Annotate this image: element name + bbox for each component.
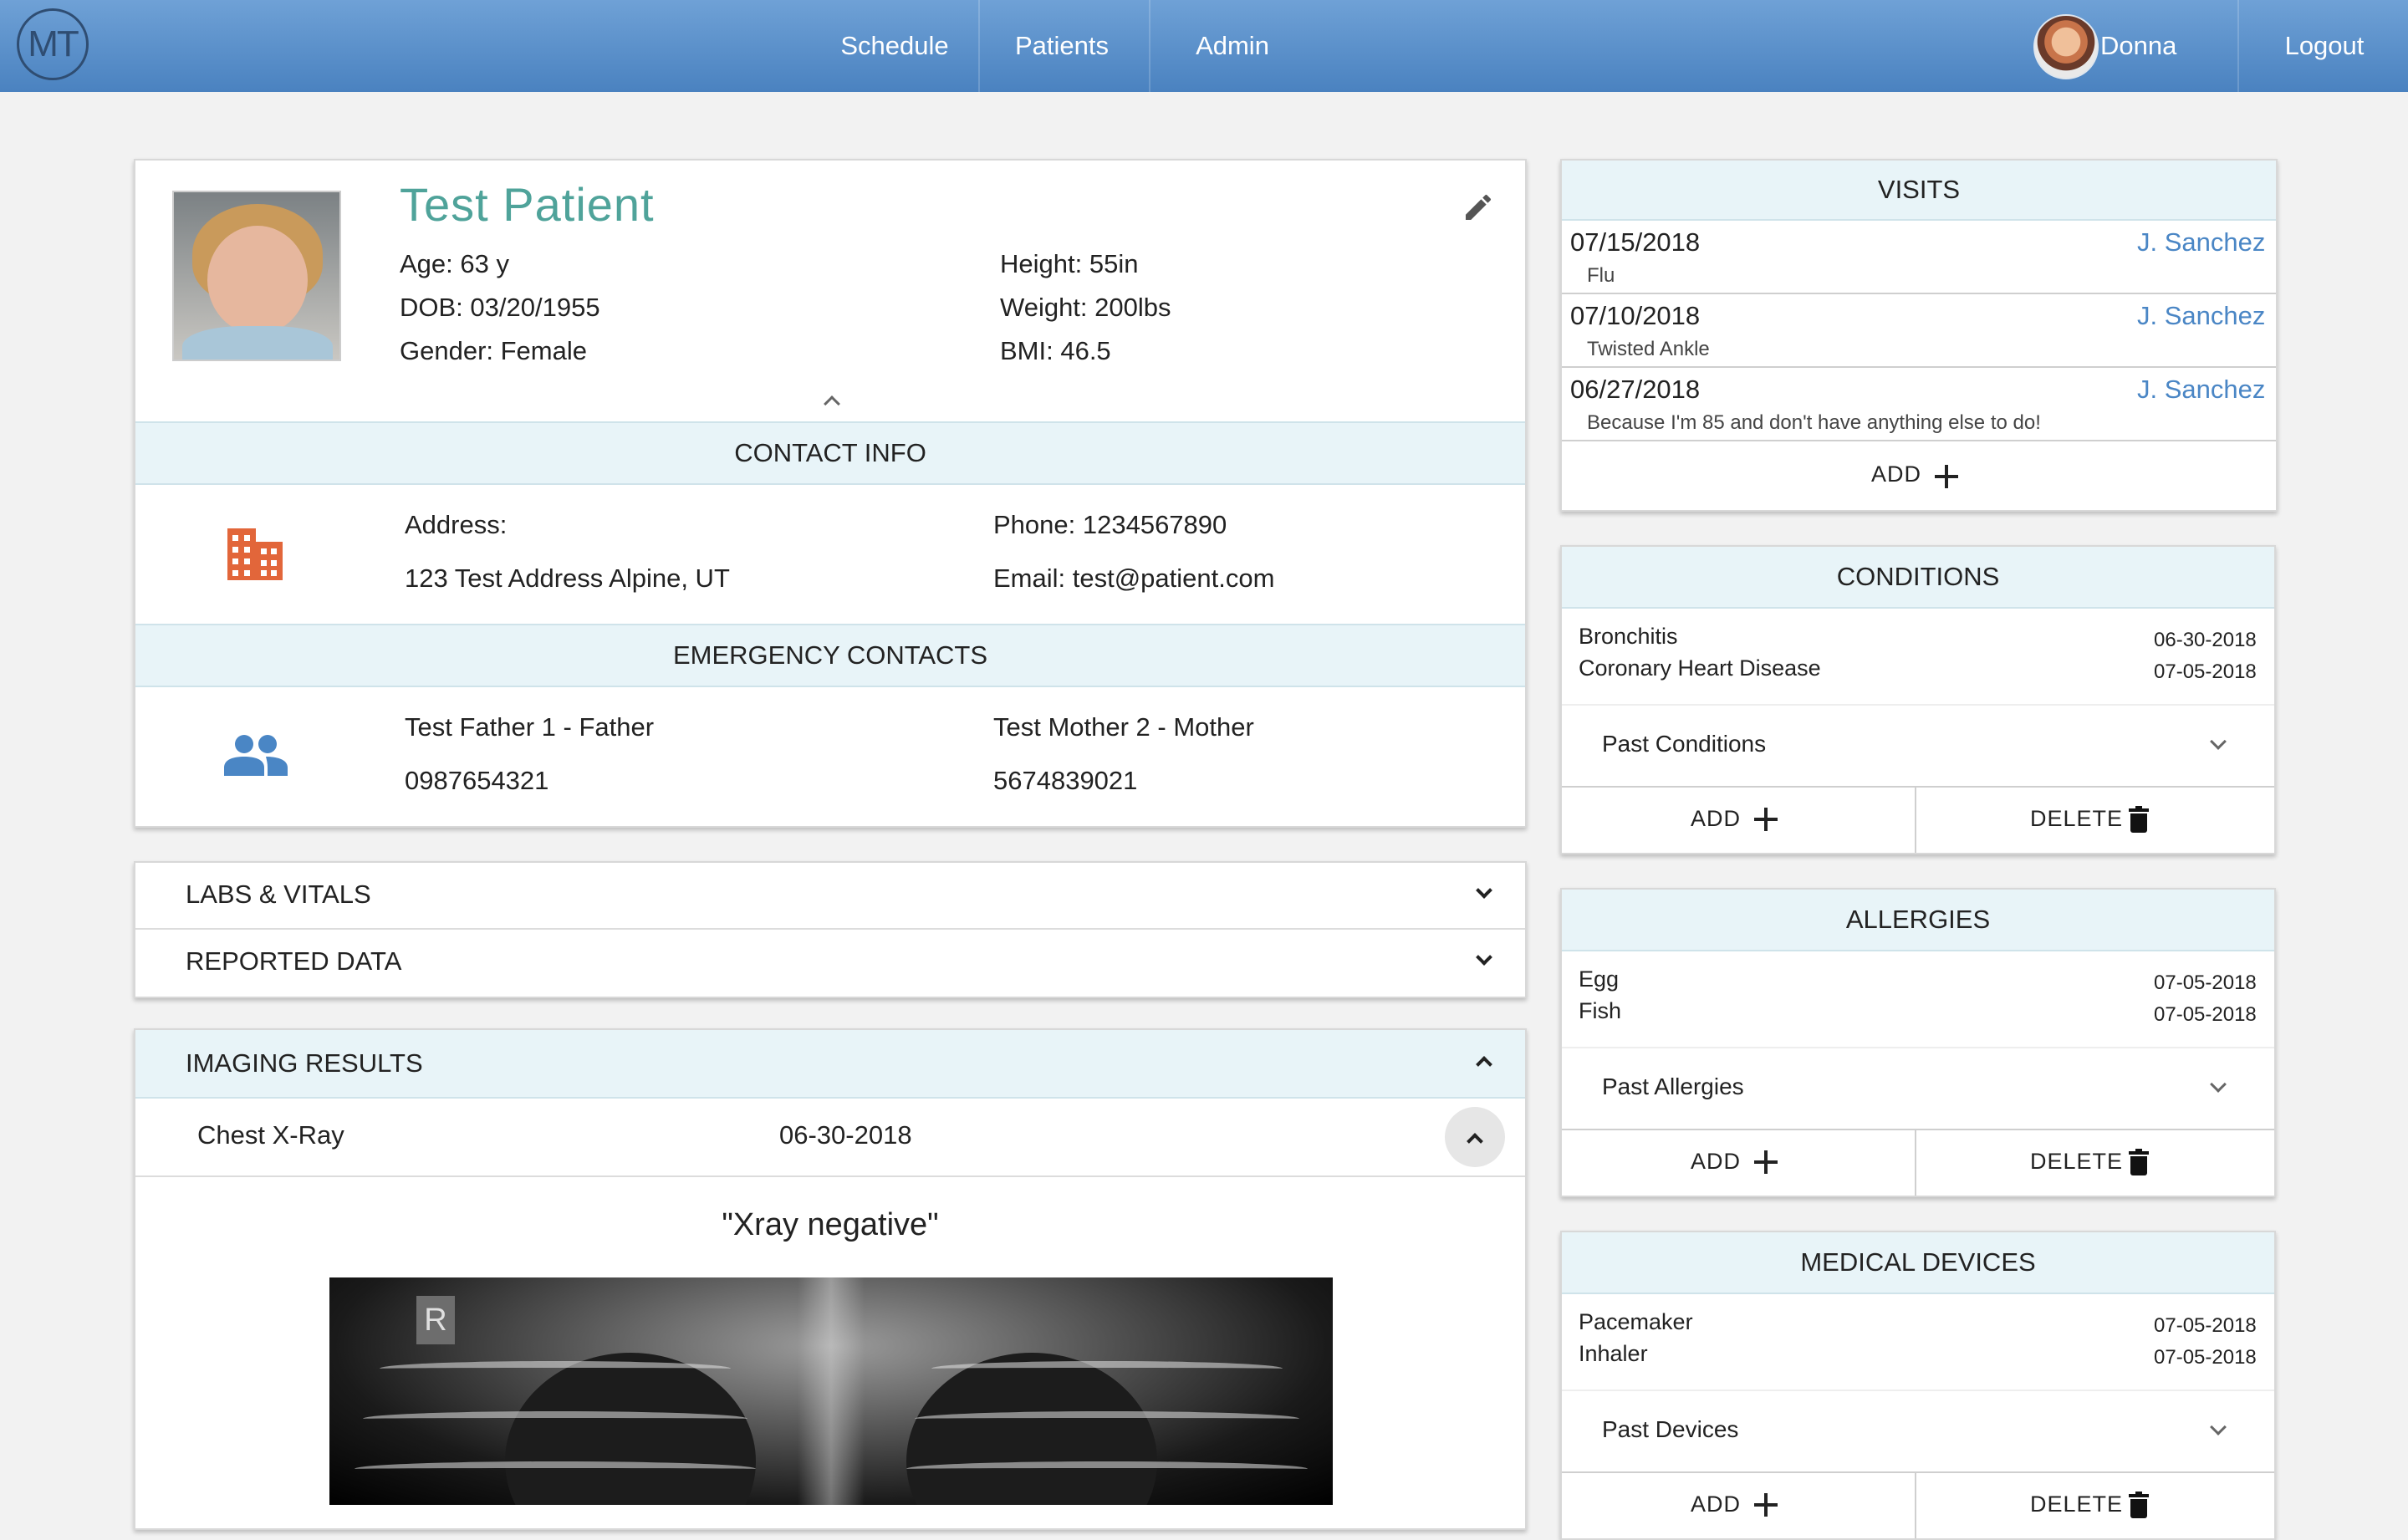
email-value: Email: test@patient.com bbox=[993, 563, 1275, 593]
conditions-add-label: ADD bbox=[1691, 806, 1742, 831]
allergy-1-date: 07-05-2018 bbox=[2154, 971, 2257, 994]
visit-3-date[interactable]: 06/27/2018 bbox=[1570, 375, 1700, 405]
nav-schedule[interactable]: Schedule bbox=[819, 0, 970, 92]
past-devices-label: Past Devices bbox=[1602, 1416, 1739, 1442]
user-name[interactable]: Donna bbox=[2100, 0, 2201, 92]
visits-header: VISITS bbox=[1562, 161, 2276, 221]
condition-2-date: 07-05-2018 bbox=[2154, 660, 2257, 683]
xray-marker: R bbox=[416, 1296, 455, 1344]
plus-icon bbox=[1754, 1493, 1778, 1517]
reported-data-label: REPORTED DATA bbox=[186, 946, 402, 976]
nav-divider bbox=[2237, 0, 2239, 92]
patient-card bbox=[134, 159, 1527, 828]
patient-height: Height: 55in bbox=[1000, 249, 1139, 278]
patient-dob: DOB: 03/20/1955 bbox=[400, 293, 600, 322]
condition-1-date: 06-30-2018 bbox=[2154, 629, 2257, 651]
visit-3-doctor[interactable]: J. Sanchez bbox=[2137, 375, 2265, 405]
patient-name: Test Patient bbox=[400, 178, 655, 231]
condition-1-name: Bronchitis bbox=[1579, 624, 1678, 649]
nav-patients[interactable]: Patients bbox=[987, 0, 1137, 92]
device-2-date: 07-05-2018 bbox=[2154, 1346, 2257, 1369]
top-nav: MT Schedule Patients Admin Donna Logout bbox=[0, 0, 2408, 92]
conditions-delete-label: DELETE bbox=[2030, 806, 2124, 831]
patient-bmi: BMI: 46.5 bbox=[1000, 336, 1111, 365]
visit-1-doctor[interactable]: J. Sanchez bbox=[2137, 227, 2265, 258]
people-icon bbox=[224, 735, 288, 776]
emergency-contacts-header: EMERGENCY CONTACTS bbox=[135, 624, 1525, 687]
address-value: 123 Test Address Alpine, UT bbox=[405, 563, 730, 593]
labs-vitals-label: LABS & VITALS bbox=[186, 880, 371, 909]
device-1-date: 07-05-2018 bbox=[2154, 1314, 2257, 1337]
allergy-2-name: Fish bbox=[1579, 998, 1622, 1023]
visit-1-date[interactable]: 07/15/2018 bbox=[1570, 227, 1700, 258]
allergy-2-date: 07-05-2018 bbox=[2154, 1003, 2257, 1026]
contact-info-header: CONTACT INFO bbox=[135, 421, 1525, 485]
logout-link[interactable]: Logout bbox=[2258, 0, 2391, 92]
patient-age: Age: 63 y bbox=[400, 249, 509, 278]
medical-devices-header: MEDICAL DEVICES bbox=[1562, 1232, 2274, 1294]
divider bbox=[135, 1175, 1525, 1177]
emergency-contact-1-name: Test Father 1 - Father bbox=[405, 712, 655, 742]
nav-admin[interactable]: Admin bbox=[1157, 0, 1308, 92]
trash-icon bbox=[2129, 1492, 2149, 1518]
phone-value: Phone: 1234567890 bbox=[993, 510, 1227, 539]
visits-add-label: ADD bbox=[1871, 461, 1922, 487]
emergency-contact-1-phone: 0987654321 bbox=[405, 766, 549, 795]
building-icon bbox=[227, 528, 283, 580]
xray-image[interactable]: R bbox=[329, 1277, 1333, 1505]
address-label: Address: bbox=[405, 510, 508, 539]
visit-1-reason: Flu bbox=[1587, 264, 1615, 287]
visit-2-reason: Twisted Ankle bbox=[1587, 338, 1710, 360]
conditions-header: CONDITIONS bbox=[1562, 547, 2274, 609]
nav-divider bbox=[978, 0, 980, 92]
emergency-contact-2-phone: 5674839021 bbox=[993, 766, 1138, 795]
allergies-delete-label: DELETE bbox=[2030, 1149, 2124, 1174]
condition-2-name: Coronary Heart Disease bbox=[1579, 655, 1821, 681]
allergies-add-label: ADD bbox=[1691, 1149, 1742, 1174]
device-1-name: Pacemaker bbox=[1579, 1309, 1693, 1334]
divider bbox=[1562, 366, 2276, 368]
patient-photo bbox=[172, 191, 341, 361]
trash-icon bbox=[2129, 1149, 2149, 1175]
visit-2-doctor[interactable]: J. Sanchez bbox=[2137, 301, 2265, 331]
imaging-header-label: IMAGING RESULTS bbox=[186, 1048, 423, 1078]
visit-3-reason: Because I'm 85 and don't have anything e… bbox=[1587, 411, 2041, 434]
past-allergies-label: Past Allergies bbox=[1602, 1073, 1744, 1099]
plus-icon bbox=[1754, 1150, 1778, 1174]
device-2-name: Inhaler bbox=[1579, 1341, 1648, 1366]
imaging-study-date: 06-30-2018 bbox=[779, 1120, 912, 1150]
imaging-note: "Xray negative" bbox=[722, 1207, 939, 1242]
visit-2-date[interactable]: 07/10/2018 bbox=[1570, 301, 1700, 331]
plus-icon bbox=[1935, 465, 1958, 488]
user-avatar[interactable] bbox=[2033, 14, 2099, 79]
plus-icon bbox=[1754, 808, 1778, 831]
allergies-header: ALLERGIES bbox=[1562, 890, 2274, 951]
divider bbox=[1562, 293, 2276, 294]
patient-weight: Weight: 200lbs bbox=[1000, 293, 1171, 322]
app-logo[interactable]: MT bbox=[17, 8, 89, 80]
trash-icon bbox=[2129, 806, 2149, 833]
imaging-study-name: Chest X-Ray bbox=[197, 1120, 344, 1150]
allergy-1-name: Egg bbox=[1579, 966, 1620, 992]
nav-divider bbox=[1149, 0, 1150, 92]
emergency-contact-2-name: Test Mother 2 - Mother bbox=[993, 712, 1254, 742]
past-conditions-label: Past Conditions bbox=[1602, 731, 1767, 757]
patient-gender: Gender: Female bbox=[400, 336, 587, 365]
edit-pencil-icon[interactable] bbox=[1462, 191, 1495, 224]
